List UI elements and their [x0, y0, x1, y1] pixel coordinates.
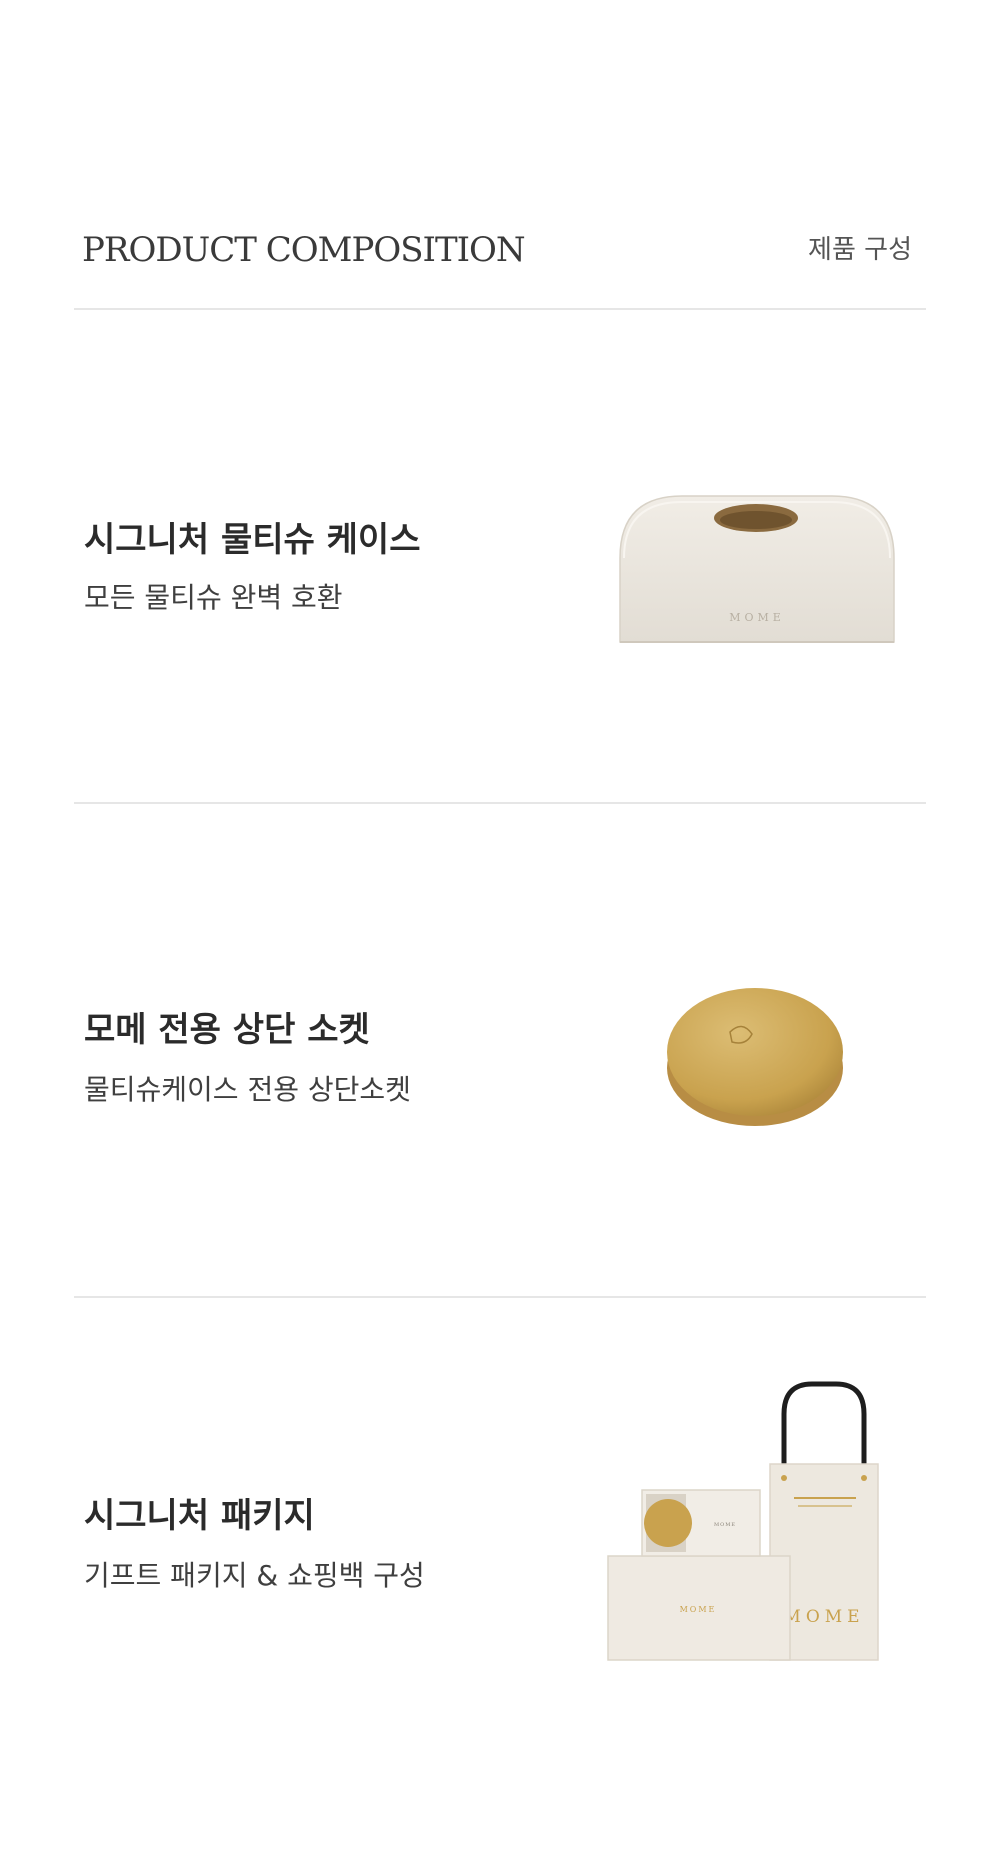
header-divider	[74, 308, 926, 310]
gift-package-illustration: MOME MOME MOME	[607, 1381, 879, 1661]
section-subtitle: 제품 구성	[808, 235, 912, 265]
item-title-tissue-case: 시그니처 물티슈 케이스	[84, 520, 421, 560]
item-divider-1	[74, 802, 926, 804]
gold-socket-illustration	[667, 988, 843, 1126]
small-box-logo-text: MOME	[714, 1522, 736, 1528]
section-header: PRODUCT COMPOSITION 제품 구성	[82, 230, 920, 270]
item-title-package: 시그니처 패키지	[84, 1496, 315, 1536]
bag-logo-text: MOME	[783, 1607, 864, 1627]
item-desc-socket: 물티슈케이스 전용 상단소켓	[84, 1073, 411, 1106]
item-desc-tissue-case: 모든 물티슈 완벽 호환	[84, 581, 343, 614]
item-desc-package: 기프트 패키지 & 쇼핑백 구성	[84, 1559, 425, 1592]
tissue-case-illustration: MOME	[619, 495, 895, 643]
section-title: PRODUCT COMPOSITION	[82, 230, 526, 270]
item-divider-2	[74, 1296, 926, 1298]
box-logo-text: MOME	[680, 1605, 717, 1614]
item-title-socket: 모메 전용 상단 소켓	[84, 1010, 370, 1050]
case-logo-text: MOME	[729, 611, 785, 624]
